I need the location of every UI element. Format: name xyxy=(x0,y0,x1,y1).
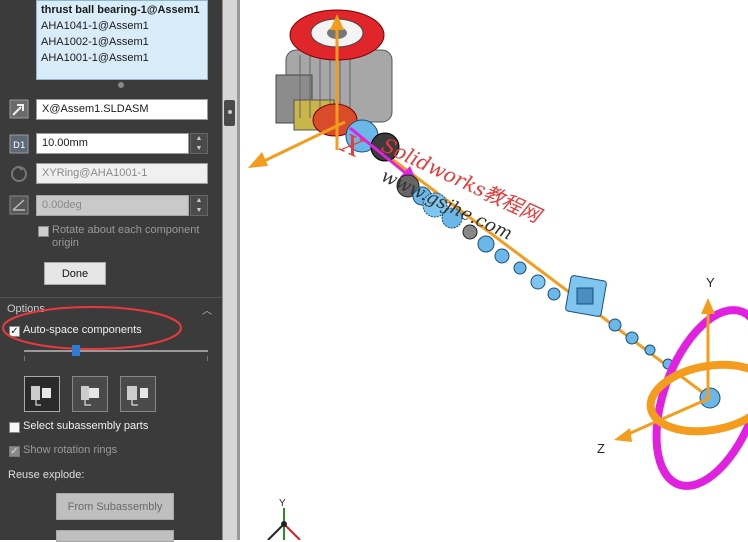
slider-ticks xyxy=(24,356,208,362)
axis-z-label: Z xyxy=(597,441,605,456)
rotate-each-checkbox[interactable] xyxy=(38,226,49,237)
reuse-explode-label: Reuse explode: xyxy=(8,469,85,481)
from-subassembly-button[interactable]: From Subassembly xyxy=(56,493,174,520)
explode-order-option-1[interactable] xyxy=(24,376,60,412)
component-stack-icon xyxy=(31,386,51,406)
distance-icon: D1 xyxy=(8,133,30,155)
spacing-slider-thumb[interactable] xyxy=(72,345,80,356)
list-item[interactable]: AHA1041-1@Assem1 xyxy=(41,18,203,34)
direction-icon[interactable] xyxy=(8,98,30,120)
spin-up-icon[interactable]: ▲ xyxy=(191,134,207,144)
show-rotation-rings-checkbox[interactable]: ✓ xyxy=(9,446,20,457)
select-subassembly-label: Select subassembly parts xyxy=(23,420,149,432)
done-button[interactable]: Done xyxy=(44,262,106,285)
graphics-viewport[interactable]: Y Z X Solidworks教程网 www.gsjhe.com Y xyxy=(240,0,748,540)
explode-direction-field[interactable]: X@Assem1.SLDASM xyxy=(36,99,208,120)
select-subassembly-checkbox[interactable] xyxy=(9,422,20,433)
selected-components-list[interactable]: thrust ball bearing-1@Assem1 AHA1041-1@A… xyxy=(36,0,208,80)
from-part-button[interactable] xyxy=(56,530,174,542)
list-item[interactable]: AHA1002-1@Assem1 xyxy=(41,34,203,50)
spacing-slider-track[interactable] xyxy=(24,350,208,352)
rotation-axis-field[interactable]: XYRing@AHA1001-1 xyxy=(36,163,208,184)
rotate-each-label: Rotate about each component origin xyxy=(52,224,200,249)
list-resize-handle[interactable] xyxy=(118,82,124,88)
exploded-assembly-view: Y Z X Solidworks教程网 www.gsjhe.com Y xyxy=(248,9,748,540)
axis-y-label: Y xyxy=(706,275,715,290)
arrowhead-y-icon xyxy=(701,298,715,314)
spin-down-icon[interactable]: ▼ xyxy=(191,144,207,154)
rotation-angle-field[interactable]: 0.00deg xyxy=(36,195,189,216)
explode-order-option-2[interactable] xyxy=(72,376,108,412)
explode-property-panel: thrust ball bearing-1@Assem1 AHA1041-1@A… xyxy=(0,0,222,542)
panel-splitter[interactable] xyxy=(222,0,241,540)
rotation-axis-icon xyxy=(8,163,30,185)
arrowhead-left-icon xyxy=(248,152,268,168)
component-stack-icon xyxy=(127,386,148,406)
svg-text:D1: D1 xyxy=(13,141,26,151)
spin-down-icon[interactable]: ▼ xyxy=(191,206,207,216)
distance-spinner[interactable]: ▲ ▼ xyxy=(190,133,208,154)
splitter-grip[interactable] xyxy=(224,100,235,126)
angle-spinner[interactable]: ▲ ▼ xyxy=(190,195,208,216)
orientation-triad: Y xyxy=(267,498,301,540)
section-divider xyxy=(0,297,222,298)
list-item[interactable]: thrust ball bearing-1@Assem1 xyxy=(41,2,203,18)
spin-up-icon[interactable]: ▲ xyxy=(191,196,207,206)
triad-y-label: Y xyxy=(279,498,286,509)
annotation-ellipse xyxy=(2,306,182,350)
show-rotation-rings-label: Show rotation rings xyxy=(23,444,118,456)
explode-order-option-3[interactable] xyxy=(120,376,156,412)
component-stack-icon xyxy=(81,386,99,406)
rotation-angle-icon xyxy=(8,194,30,216)
explode-distance-field[interactable]: 10.00mm xyxy=(36,133,189,154)
list-item[interactable]: AHA1001-1@Assem1 xyxy=(41,50,203,66)
arrowhead-z-icon xyxy=(614,428,632,442)
rotation-triad[interactable] xyxy=(614,296,748,500)
collapse-chevron-icon[interactable]: ︿ xyxy=(202,302,212,317)
